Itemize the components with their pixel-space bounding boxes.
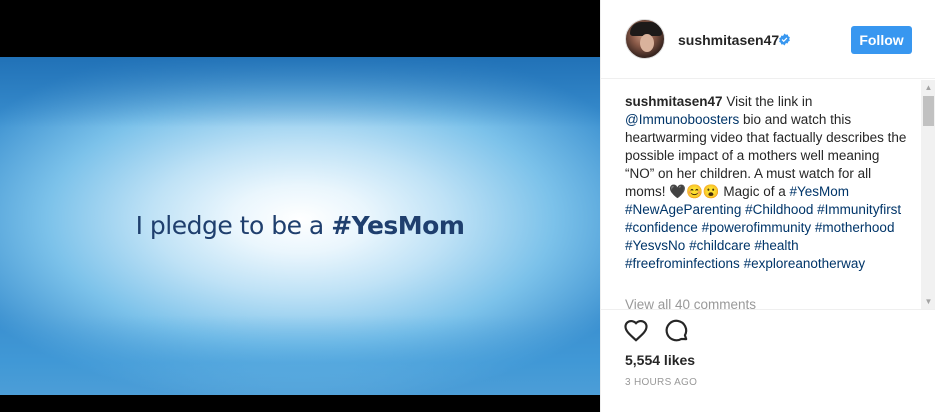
heart-icon[interactable] bbox=[623, 318, 649, 344]
hashtag-link[interactable]: #health bbox=[754, 238, 798, 253]
post-caption: sushmitasen47 Visit the link in @Immunob… bbox=[625, 93, 912, 273]
username-link[interactable]: sushmitasen47 bbox=[678, 32, 779, 48]
hashtag-link[interactable]: #confidence bbox=[625, 220, 698, 235]
comments-scrollbar[interactable]: ▲ ▼ bbox=[921, 80, 935, 309]
scrollbar-thumb[interactable] bbox=[923, 96, 934, 126]
scroll-down-arrow-icon[interactable]: ▼ bbox=[921, 294, 935, 309]
avatar[interactable] bbox=[625, 19, 665, 59]
hashtag-link[interactable]: #YesvsNo bbox=[625, 238, 685, 253]
hashtag-link[interactable]: #Immunityfirst bbox=[817, 202, 901, 217]
post-timestamp[interactable]: 3 HOURS AGO bbox=[625, 377, 697, 388]
post-side-panel: sushmitasen47 Follow sushmitasen47 Visit… bbox=[600, 0, 935, 412]
view-all-comments-link[interactable]: View all 40 comments bbox=[625, 297, 756, 309]
comment-bubble-icon[interactable] bbox=[664, 318, 690, 344]
hashtag-link[interactable]: #Childhood bbox=[745, 202, 813, 217]
caption-mention[interactable]: @Immunoboosters bbox=[625, 112, 739, 127]
follow-button[interactable]: Follow bbox=[851, 26, 912, 54]
video-player[interactable]: I pledge to be a #YesMom bbox=[0, 57, 600, 395]
hashtag-link[interactable]: #YesMom bbox=[789, 184, 849, 199]
caption-text-1: Visit the link in bbox=[726, 94, 813, 109]
scroll-up-arrow-icon[interactable]: ▲ bbox=[921, 80, 935, 95]
video-caption: I pledge to be a #YesMom bbox=[0, 211, 600, 240]
hashtag-link[interactable]: #freefrominfections bbox=[625, 256, 740, 271]
verified-badge-icon bbox=[779, 33, 790, 46]
hashtag-link[interactable]: #childcare bbox=[689, 238, 751, 253]
hashtag-link[interactable]: #exploreanotherway bbox=[744, 256, 866, 271]
hashtag-link[interactable]: #motherhood bbox=[815, 220, 895, 235]
post-header: sushmitasen47 Follow bbox=[601, 0, 935, 79]
comments-list[interactable]: sushmitasen47 Visit the link in @Immunob… bbox=[601, 80, 935, 309]
hashtag-link[interactable]: #NewAgeParenting bbox=[625, 202, 741, 217]
post-actions: 5,554 likes 3 HOURS AGO bbox=[601, 309, 935, 412]
video-caption-text: I pledge to be a bbox=[135, 211, 332, 240]
media-area: I pledge to be a #YesMom bbox=[0, 0, 600, 412]
video-caption-hashtag: #YesMom bbox=[331, 211, 465, 240]
hashtag-link[interactable]: #powerofimmunity bbox=[702, 220, 812, 235]
caption-author[interactable]: sushmitasen47 bbox=[625, 94, 723, 109]
avatar-face bbox=[640, 34, 654, 52]
likes-count[interactable]: 5,554 likes bbox=[625, 352, 695, 368]
